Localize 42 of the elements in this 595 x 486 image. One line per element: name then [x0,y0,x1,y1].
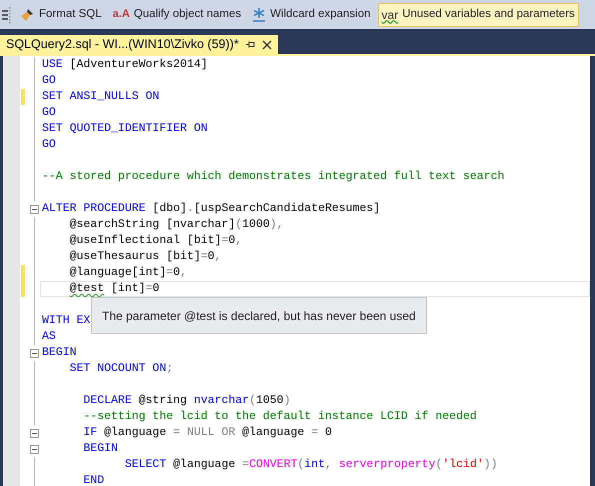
code-line: @language[int]=0, [68,265,187,281]
tab-title: SQLQuery2.sql - WI...(WIN10\Zivko (59))* [6,36,239,54]
toolbar-button[interactable]: Wildcard expansion [248,2,375,26]
code-line: SELECT @language =CONVERT(int, serverproperty('lcid')) [124,457,498,473]
code-line: SET NOCOUNT ON; [68,361,174,377]
collapse-icon[interactable] [30,444,38,454]
code-line: SET ANSI_NULLS ON [42,89,160,105]
pin-icon[interactable] [244,39,256,50]
tooltip: The parameter @test is declared, but has never been used [91,297,427,334]
document-tab[interactable]: SQLQuery2.sql - WI...(WIN10\Zivko (59))* [0,35,278,54]
glyph-icon: a.A [112,6,130,23]
code-line: @test [int]=0 [68,281,160,297]
code-line: IF @language = NULL OR @language = 0 [82,425,332,441]
close-icon[interactable] [262,40,272,50]
code-line: GO [42,105,56,121]
collapse-icon[interactable] [30,348,38,358]
code-line: AS [42,329,56,345]
toolbar-button[interactable]: Format SQL [15,2,106,26]
collapse-icon[interactable] [30,428,38,438]
code-line: @useInflectional [bit]=0, [68,233,242,249]
brush-icon [19,6,35,22]
code-line: BEGIN [42,345,77,361]
code-line: --setting the lcid to the default instance LCID if needed [82,409,477,425]
code-line: @useThesaurus [bit]=0, [68,249,222,265]
grip-icon [8,6,12,24]
code-line: DECLARE @string nvarchar(1050) [82,393,290,409]
toolbar-button[interactable]: var Unused variables and parameters [378,2,579,26]
code-editor[interactable] [3,56,590,486]
glyph-icon: var [382,6,398,24]
code-line: SET QUOTED_IDENTIFIER ON [42,121,208,137]
collapse-icon[interactable] [30,204,38,214]
code-line: --A stored procedure which demonstrates integrated full text search [42,169,504,185]
code-line: WITH EX [42,313,90,329]
asterisk-icon [252,6,266,22]
code-line: BEGIN [82,441,118,457]
code-line: USE [AdventureWorks2014] [42,57,208,73]
toolbar-button[interactable]: a.A Qualify object names [108,2,246,26]
code-line: END [82,473,104,486]
code-line: GO [42,137,56,153]
code-line: GO [42,73,56,89]
code-line: ALTER PROCEDURE [dbo].[uspSearchCandidateResumes] [42,201,380,217]
code-line: @searchString [nvarchar](1000), [68,217,284,233]
